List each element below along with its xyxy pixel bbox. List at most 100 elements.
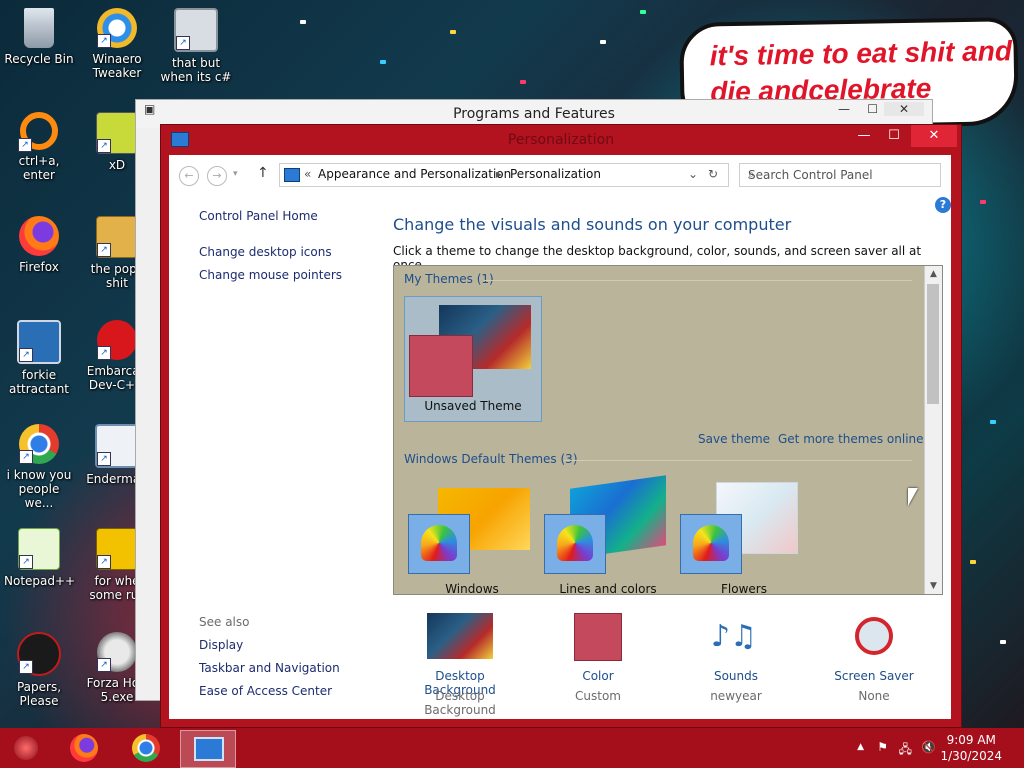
desktop-icon-winaero-tweaker[interactable]: ↗ Winaero Tweaker — [82, 8, 152, 80]
desktop-icon-label: ctrl+a, enter — [18, 154, 60, 182]
paint-palette-icon — [544, 514, 606, 574]
page-title: Change the visuals and sounds on your co… — [393, 215, 792, 234]
programs-close-button[interactable]: ✕ — [884, 102, 924, 116]
desktop-background-setting[interactable]: Desktop Background Desktop Background — [405, 613, 515, 717]
breadcrumb-root-chevron[interactable]: « — [304, 167, 311, 181]
address-dropdown-icon[interactable]: ⌄ — [688, 167, 698, 181]
volume-muted-icon[interactable]: 🔇 — [921, 740, 936, 754]
scroll-up-icon[interactable]: ▲ — [925, 269, 942, 279]
start-button[interactable] — [6, 730, 46, 766]
color-swatch — [574, 613, 622, 661]
music-notes-icon: ♪♫ — [711, 619, 758, 654]
theme-windows[interactable]: Windows — [404, 476, 540, 594]
desktop-icon-papers-please[interactable]: ↗ Papers, Please — [4, 632, 74, 708]
control-panel-home-link[interactable]: Control Panel Home — [199, 209, 318, 223]
hxd-icon: ↗ — [96, 112, 138, 154]
chrome-taskbar-icon[interactable] — [126, 730, 166, 766]
action-center-flag-icon[interactable]: ⚑ — [877, 740, 888, 754]
change-desktop-icons-link[interactable]: Change desktop icons — [199, 245, 332, 259]
save-theme-link[interactable]: Save theme — [698, 432, 770, 446]
window-icon: ↗ — [95, 424, 139, 468]
desktop-icon-notepadpp[interactable]: ↗ Notepad++ — [4, 528, 75, 588]
get-more-themes-link[interactable]: Get more themes online — [778, 432, 924, 446]
start-orb-icon — [14, 736, 38, 760]
divider — [564, 460, 912, 461]
breadcrumb[interactable]: « Appearance and Personalization ▸ Perso… — [279, 163, 729, 187]
screen-saver-setting[interactable]: Screen Saver None — [819, 613, 929, 705]
firefox-taskbar-icon[interactable] — [64, 730, 104, 766]
programs-maximize-button[interactable]: ☐ — [867, 102, 878, 116]
control-panel-icon — [194, 737, 224, 761]
mouse-cursor-icon — [908, 488, 918, 506]
theme-lines-and-colors[interactable]: Lines and colors — [540, 475, 676, 594]
desktop-icon-label: xD — [108, 158, 126, 172]
screensaver-icon — [855, 617, 893, 655]
maximize-button[interactable]: ☐ — [879, 125, 909, 147]
personalization-titlebar[interactable]: Personalization — ☐ ✕ — [161, 125, 961, 153]
my-themes-heading: My Themes (1) — [404, 272, 494, 286]
network-icon[interactable]: 🖧 — [899, 740, 912, 761]
speech-bubble-text: it's time to eat shit and die andcelebra… — [709, 35, 1013, 108]
back-arrow-icon[interactable]: ← — [179, 166, 199, 186]
color-setting[interactable]: Color Custom — [543, 613, 653, 705]
theme-flowers[interactable]: Flowers — [676, 476, 812, 594]
color-value: Custom — [575, 689, 621, 703]
window-client-area: ← → ▾ ↑ « Appearance and Personalization… — [169, 155, 951, 719]
desktop-icon-label: i know you people we... — [6, 468, 72, 510]
clock[interactable]: 9:09 AM 1/30/2024 — [940, 732, 1002, 764]
unsaved-theme-tile[interactable]: Unsaved Theme — [404, 296, 542, 422]
control-panel-taskbar-icon[interactable] — [180, 730, 236, 768]
confetti — [600, 40, 606, 44]
confetti — [980, 200, 986, 204]
search-icon[interactable]: ⌕ — [748, 167, 934, 182]
programs-and-features-title: Programs and Features — [453, 106, 615, 122]
breadcrumb-personalization[interactable]: Personalization — [510, 167, 601, 181]
desktop-icon-folder-stack[interactable]: ↗ that but when its c# — [156, 8, 236, 84]
forward-arrow-icon[interactable]: → — [207, 166, 227, 186]
confetti — [520, 80, 526, 84]
scroll-down-icon[interactable]: ▼ — [925, 581, 942, 591]
programs-minimize-button[interactable]: — — [838, 102, 850, 116]
breadcrumb-appearance[interactable]: Appearance and Personalization — [318, 167, 511, 181]
confetti — [1000, 640, 1006, 644]
recent-pages-chevron-icon[interactable]: ▾ — [233, 169, 238, 179]
scroll-thumb[interactable] — [927, 284, 939, 404]
themes-scrollbar[interactable]: ▲ ▼ — [924, 266, 942, 594]
help-icon[interactable]: ? — [935, 197, 951, 213]
desktop-background-value: Desktop Background — [424, 689, 496, 717]
firefox-icon — [70, 734, 98, 762]
personalization-window[interactable]: Personalization — ☐ ✕ ← → ▾ ↑ « Appearan… — [160, 124, 962, 728]
refresh-icon[interactable]: ↻ — [708, 167, 718, 181]
show-hidden-icons[interactable]: ▲ — [857, 742, 864, 752]
personalization-title: Personalization — [507, 132, 615, 148]
control-panel-icon — [284, 168, 300, 182]
desktop-background-thumbnail — [427, 613, 493, 659]
desktop-icon-forkie[interactable]: ↗ forkie attractant — [4, 320, 74, 396]
change-mouse-pointers-link[interactable]: Change mouse pointers — [199, 268, 342, 282]
desktop-icon-label: Winaero Tweaker — [92, 52, 142, 80]
up-arrow-icon[interactable]: ↑ — [257, 165, 269, 181]
sounds-setting[interactable]: ♪♫ Sounds newyear — [681, 613, 791, 705]
chrome-icon: ↗ — [19, 424, 59, 464]
display-link[interactable]: Display — [199, 638, 243, 652]
divider — [484, 280, 912, 281]
color-label: Color — [582, 669, 614, 683]
sounds-value: newyear — [710, 689, 762, 703]
taskbar-navigation-link[interactable]: Taskbar and Navigation — [199, 661, 340, 675]
desktop-icon-label: Papers, Please — [16, 680, 62, 708]
ease-of-access-link[interactable]: Ease of Access Center — [199, 684, 332, 698]
close-button[interactable]: ✕ — [911, 125, 957, 147]
settings-app-icon: ↗ — [17, 320, 61, 364]
search-input[interactable]: Search Control Panel ⌕ — [739, 163, 941, 187]
folder-icon: ↗ — [96, 528, 138, 570]
paint-palette-icon — [680, 514, 742, 574]
desktop-icon-chrome[interactable]: ↗ i know you people we... — [4, 424, 74, 510]
minimize-button[interactable]: — — [849, 125, 879, 147]
breadcrumb-separator: ▸ — [496, 167, 503, 181]
themes-list[interactable]: My Themes (1) Unsaved Theme Save theme G… — [393, 265, 943, 595]
desktop-icon-recycle-bin[interactable]: Recycle Bin — [4, 8, 74, 66]
desktop-icon-firefox[interactable]: Firefox — [4, 216, 74, 274]
desktop-icon-label: Firefox — [19, 260, 59, 274]
desktop-icon-ctrl-a-enter[interactable]: ↗ ctrl+a, enter — [4, 112, 74, 182]
notepadpp-icon: ↗ — [18, 528, 60, 570]
